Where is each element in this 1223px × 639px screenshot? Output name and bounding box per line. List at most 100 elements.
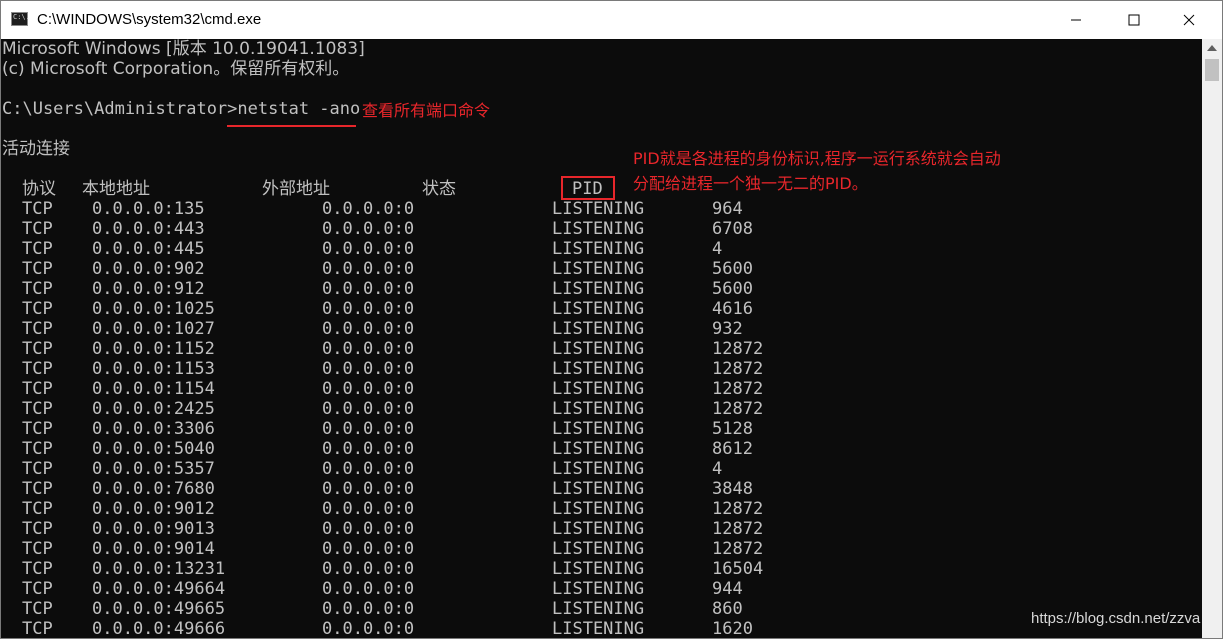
cell-foreign-address: 0.0.0.0:0 [322,579,415,599]
cell-pid: 5600 [712,259,753,279]
cell-state: LISTENING [552,579,645,599]
cell-foreign-address: 0.0.0.0:0 [322,279,415,299]
cell-proto: TCP [22,259,53,279]
cell-proto: TCP [22,399,53,419]
cell-proto: TCP [22,239,53,259]
cell-proto: TCP [22,339,53,359]
cell-proto: TCP [22,359,53,379]
cell-local-address: 0.0.0.0:9013 [92,519,215,539]
cell-state: LISTENING [552,239,645,259]
cell-state: LISTENING [552,499,645,519]
cell-proto: TCP [22,459,53,479]
cell-foreign-address: 0.0.0.0:0 [322,439,415,459]
cell-pid: 1620 [712,619,753,639]
cell-pid: 8612 [712,439,753,459]
cell-foreign-address: 0.0.0.0:0 [322,379,415,399]
cell-state: LISTENING [552,539,645,559]
cell-local-address: 0.0.0.0:445 [92,239,205,259]
banner-copyright-line: (c) Microsoft Corporation。保留所有权利。 [2,59,350,79]
cell-local-address: 0.0.0.0:902 [92,259,205,279]
cell-foreign-address: 0.0.0.0:0 [322,339,415,359]
scroll-thumb[interactable] [1205,59,1219,81]
cell-proto: TCP [22,279,53,299]
cell-pid: 6708 [712,219,753,239]
cell-state: LISTENING [552,359,645,379]
cell-state: LISTENING [552,199,645,219]
cell-state: LISTENING [552,599,645,619]
cell-local-address: 0.0.0.0:1153 [92,359,215,379]
cell-local-address: 0.0.0.0:9012 [92,499,215,519]
cell-foreign-address: 0.0.0.0:0 [322,459,415,479]
close-button[interactable] [1166,1,1212,39]
minimize-icon [1071,19,1081,21]
cell-proto: TCP [22,519,53,539]
header-foreign-address: 外部地址 [262,179,330,199]
cell-proto: TCP [22,219,53,239]
cell-state: LISTENING [552,439,645,459]
cell-local-address: 0.0.0.0:135 [92,199,205,219]
cell-pid: 12872 [712,499,764,519]
cell-local-address: 0.0.0.0:49666 [92,619,226,639]
cell-pid: 5600 [712,279,753,299]
cell-pid: 932 [712,319,743,339]
cell-pid: 12872 [712,519,764,539]
cell-pid: 964 [712,199,743,219]
cell-proto: TCP [22,319,53,339]
cell-pid: 4 [712,239,723,259]
scroll-up-button[interactable] [1202,39,1222,57]
command-underline [227,125,356,127]
cell-pid: 944 [712,579,743,599]
cell-local-address: 0.0.0.0:49664 [92,579,226,599]
vertical-scrollbar[interactable] [1202,39,1222,638]
console-output[interactable]: Microsoft Windows [版本 10.0.19041.1083] (… [1,39,1202,639]
cell-proto: TCP [22,199,53,219]
command-line: C:\Users\Administrator>netstat -ano [2,99,360,119]
header-state: 状态 [422,179,456,199]
cell-state: LISTENING [552,339,645,359]
cell-proto: TCP [22,539,53,559]
cell-proto: TCP [22,479,53,499]
cell-foreign-address: 0.0.0.0:0 [322,539,415,559]
scroll-up-arrow-icon [1207,45,1217,51]
close-icon [1183,14,1195,26]
cell-local-address: 0.0.0.0:5357 [92,459,215,479]
banner-version-line: Microsoft Windows [版本 10.0.19041.1083] [2,39,365,59]
prompt-text: C:\Users\Administrator> [2,99,238,119]
cell-foreign-address: 0.0.0.0:0 [322,519,415,539]
cell-local-address: 0.0.0.0:443 [92,219,205,239]
cell-local-address: 0.0.0.0:9014 [92,539,215,559]
cell-local-address: 0.0.0.0:1027 [92,319,215,339]
cell-foreign-address: 0.0.0.0:0 [322,479,415,499]
pid-highlight-box [561,176,615,200]
cell-pid: 3848 [712,479,753,499]
cell-state: LISTENING [552,319,645,339]
cell-state: LISTENING [552,419,645,439]
cell-local-address: 0.0.0.0:2425 [92,399,215,419]
cell-local-address: 0.0.0.0:912 [92,279,205,299]
cell-pid: 12872 [712,359,764,379]
cmd-icon: C:\. [11,12,30,26]
maximize-icon [1128,14,1140,26]
cell-state: LISTENING [552,299,645,319]
pid-annotation-line2: 分配给进程一个独一无二的PID。 [633,174,868,193]
cell-foreign-address: 0.0.0.0:0 [322,359,415,379]
title-bar[interactable]: C:\. C:\WINDOWS\system32\cmd.exe [1,1,1222,39]
minimize-button[interactable] [1053,1,1099,39]
cell-state: LISTENING [552,379,645,399]
cell-proto: TCP [22,299,53,319]
cell-pid: 12872 [712,399,764,419]
cell-proto: TCP [22,499,53,519]
cell-pid: 12872 [712,379,764,399]
maximize-button[interactable] [1111,1,1157,39]
cell-state: LISTENING [552,399,645,419]
cell-proto: TCP [22,579,53,599]
cell-state: LISTENING [552,459,645,479]
cell-pid: 16504 [712,559,764,579]
cell-foreign-address: 0.0.0.0:0 [322,199,415,219]
cell-pid: 12872 [712,539,764,559]
cell-local-address: 0.0.0.0:1154 [92,379,215,399]
cell-local-address: 0.0.0.0:1025 [92,299,215,319]
cmd-window: C:\. C:\WINDOWS\system32\cmd.exe Microso… [0,0,1223,639]
cell-state: LISTENING [552,279,645,299]
cell-state: LISTENING [552,259,645,279]
